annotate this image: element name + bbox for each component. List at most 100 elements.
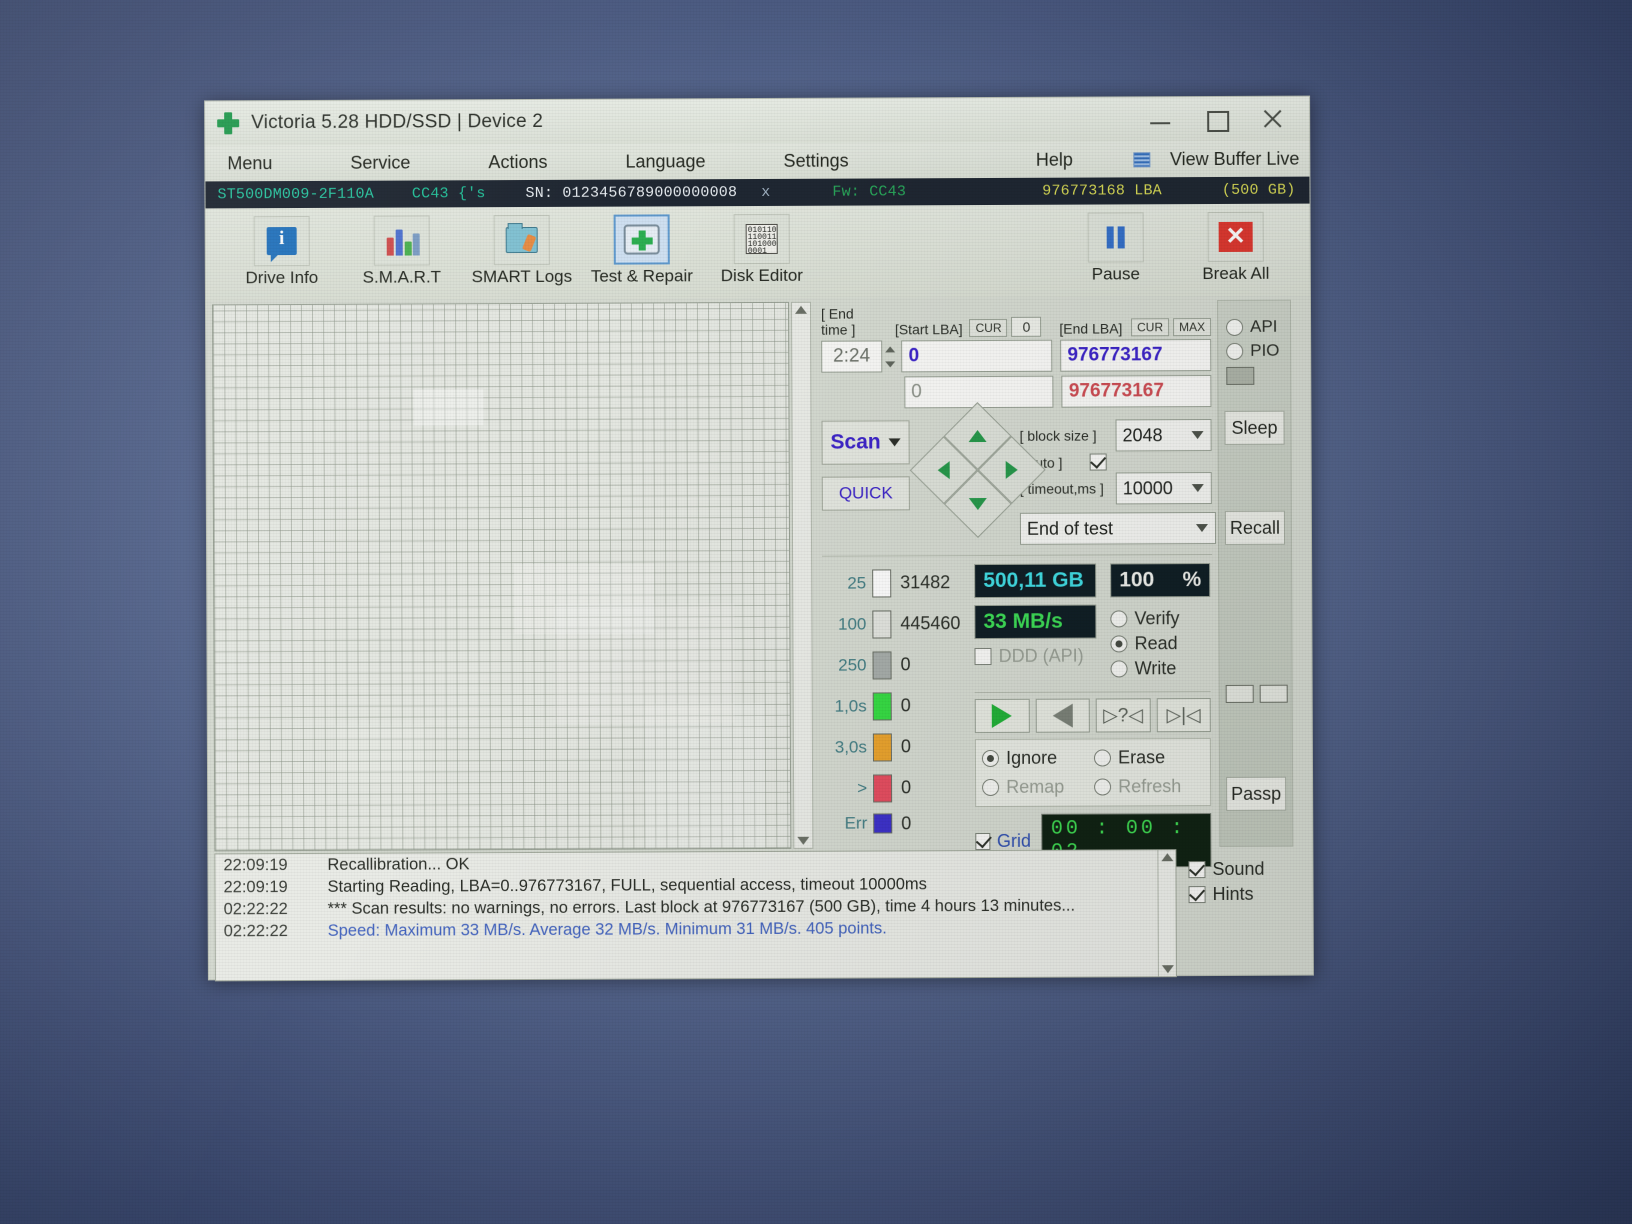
play-button[interactable] [974,698,1030,734]
drive-fw-short: CC43 {'s [411,185,486,203]
toolbar-button-pause[interactable]: Pause [1056,212,1176,285]
scan-dropdown-button[interactable]: Scan [821,420,910,465]
end-time-stepper[interactable] [882,341,898,371]
toolbar-label-drive-info: Drive Info [245,267,319,288]
pause-icon [1105,226,1127,248]
end-of-test-select[interactable]: End of test [1019,512,1217,545]
quick-button[interactable]: QUICK [821,476,910,511]
menu-item-menu[interactable]: Menu [217,153,282,174]
green-cross-icon [217,112,239,134]
legend-threshold: 1,0s [834,696,867,716]
start-lba-cur-tag[interactable]: CUR [969,318,1008,338]
hints-checkbox[interactable] [1188,886,1206,904]
aux-box-right[interactable] [1259,684,1288,703]
photographed-screen: Victoria 5.28 HDD/SSD | Device 2 Menu Se… [0,0,1632,1224]
view-buffer-live-button[interactable]: View Buffer Live [1170,148,1300,170]
drive-lba-count: 976773168 LBA [1042,182,1162,200]
maximize-button[interactable] [1203,106,1229,132]
toolbar-button-test-repair[interactable]: Test & Repair [582,214,702,287]
folder-pencil-icon [505,226,538,254]
log-scrollbar[interactable] [1157,850,1176,977]
victoria-app-window: Victoria 5.28 HDD/SSD | Device 2 Menu Se… [204,95,1314,982]
action-radio-erase[interactable] [1094,749,1112,767]
ddd-api-label: DDD (API) [998,645,1084,666]
log-message: Speed: Maximum 33 MB/s. Average 32 MB/s.… [327,918,887,940]
menu-item-language[interactable]: Language [615,151,715,172]
block-size-select[interactable]: 2048 [1115,419,1212,452]
grid-checkbox[interactable] [975,832,990,850]
toolbar-button-break-all[interactable]: ✕ Break All [1176,211,1296,285]
speed-readout: 33 MB/s [974,604,1097,640]
step-query-button[interactable]: ▷?◁ [1095,698,1151,733]
minimize-button[interactable] [1147,106,1173,132]
legend-row: 1,0s 0 [827,685,961,727]
menu-item-service[interactable]: Service [340,152,420,173]
legend-count: 0 [901,812,912,833]
end-lba-input[interactable]: 976773167 [1060,339,1212,372]
toolbar-label-pause: Pause [1091,264,1140,284]
play-icon [992,703,1013,728]
start-lba-input[interactable]: 0 [901,339,1053,373]
toolbar-button-disk-editor[interactable]: 010110 110011 101000 0001 Disk Editor [702,213,822,287]
start-lba-cur-value: 0 [1011,316,1042,337]
range-section: [ End time ] [Start LBA] CUR 0 [End LBA]… [815,300,1215,409]
end-lba-cur-tag[interactable]: CUR [1131,318,1170,337]
action-radio-ignore[interactable] [982,749,1000,768]
sound-checkbox[interactable] [1188,861,1206,879]
drive-x-marker: x [761,183,771,201]
toolbar-label-disk-editor: Disk Editor [720,265,803,286]
action-radio-refresh[interactable] [1094,778,1112,796]
start-lba-label: [Start LBA] [894,321,963,338]
auto-checkbox[interactable] [1089,453,1107,471]
drive-model: ST500DM009-2F110A [217,185,374,204]
toolbar-button-smart[interactable]: S.M.A.R.T [342,215,462,288]
interface-radio-pio[interactable] [1226,342,1244,360]
action-radio-remap[interactable] [982,778,1000,797]
direction-pad[interactable] [909,402,1046,538]
scroll-up-icon[interactable] [1160,853,1173,862]
menu-item-settings[interactable]: Settings [773,150,858,171]
mode-radio-read[interactable] [1110,635,1128,653]
menu-item-help[interactable]: Help [1036,149,1073,170]
aux-box-left[interactable] [1225,684,1254,703]
mode-radio-write[interactable] [1110,660,1128,678]
sound-label: Sound [1212,858,1265,880]
legend-count: 445460 [900,613,961,634]
interface-label-pio: PIO [1250,340,1280,360]
log-time: 02:22:22 [223,921,288,940]
right-arrow-icon [1005,460,1018,479]
end-lba-second-input[interactable]: 976773167 [1061,375,1212,408]
surface-map-scrollbar[interactable] [790,301,814,849]
end-time-input[interactable]: 2:24 [821,340,883,373]
scroll-down-icon[interactable] [1161,965,1174,974]
bar-chart-icon [385,225,420,256]
interface-radio-api[interactable] [1226,318,1244,336]
surface-map-grid[interactable] [211,301,792,852]
ddd-api-checkbox[interactable] [974,647,992,666]
transport-controls: ▷?◁ ▷|◁ [974,698,1211,734]
skip-start-button[interactable]: ▷|◁ [1156,698,1211,733]
close-button[interactable] [1259,106,1285,132]
drive-capacity: (500 GB) [1221,181,1296,199]
rewind-button[interactable] [1035,698,1090,733]
sleep-button[interactable]: Sleep [1224,410,1285,445]
end-lba-max-tag[interactable]: MAX [1173,318,1212,337]
legend-swatch [873,813,893,834]
recall-button[interactable]: Recall [1224,510,1286,545]
toolbar-button-drive-info[interactable]: Drive Info [222,215,342,289]
chevron-down-icon [888,438,901,447]
error-action-group: Ignore Erase Remap Refresh [974,738,1212,808]
menu-item-actions[interactable]: Actions [478,151,557,172]
log-pane[interactable]: 22:09:19 Recallibration... OK 22:09:19 S… [214,849,1177,982]
close-x-icon: ✕ [1218,221,1253,252]
toolbar-button-smart-logs[interactable]: SMART Logs [462,214,582,288]
passport-button[interactable]: Passp [1226,776,1287,811]
timeout-select[interactable]: 10000 [1115,472,1212,505]
mode-radio-verify[interactable] [1110,610,1128,628]
progress-unit: % [1182,568,1202,592]
progress-value: 100 [1119,568,1155,592]
legend-count: 0 [900,654,911,675]
scroll-up-icon[interactable] [794,305,808,314]
grid-label: Grid [996,830,1031,851]
scroll-down-icon[interactable] [797,836,810,845]
